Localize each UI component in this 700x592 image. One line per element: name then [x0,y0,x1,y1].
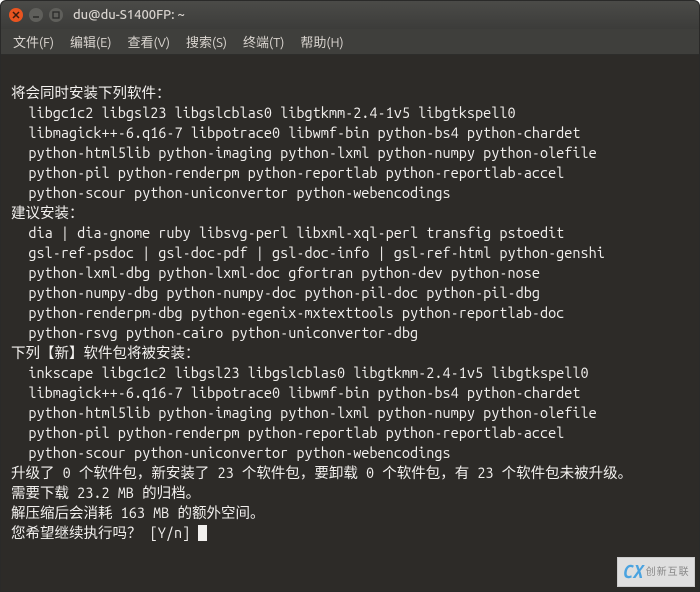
output-line: python-rsvg python-cairo python-uniconve… [11,323,689,343]
menu-search[interactable]: 搜索(S) [180,29,233,54]
output-line: python-numpy-dbg python-numpy-doc python… [11,283,689,303]
output-line: dia | dia-gnome ruby libsvg-perl libxml-… [11,223,689,243]
menubar: 文件(F) 编辑(E) 查看(V) 搜索(S) 终端(T) 帮助(H) [1,29,699,55]
watermark-logo: CX [622,560,642,585]
maximize-icon[interactable] [49,8,63,22]
output-line: python-html5lib python-imaging python-lx… [11,143,689,163]
output-line: 需要下载 23.2 MB 的归档。 [11,484,200,501]
watermark: CX 创新互联 [617,557,695,587]
output-line: python-scour python-uniconvertor python-… [11,183,689,203]
output-line: 将会同时安装下列软件： [11,84,171,101]
close-icon[interactable] [9,8,23,22]
output-line: 建议安装： [11,204,84,221]
output-line: python-html5lib python-imaging python-lx… [11,403,689,423]
output-line: 升级了 0 个软件包，新安装了 23 个软件包，要卸载 0 个软件包，有 23 … [11,464,632,481]
output-line: inkscape libgc1c2 libgsl23 libgslcblas0 … [11,363,689,383]
window-controls [9,8,63,22]
output-line: libmagick++-6.q16-7 libpotrace0 libwmf-b… [11,383,689,403]
menu-edit[interactable]: 编辑(E) [64,29,117,54]
terminal-area[interactable]: 将会同时安装下列软件： libgc1c2 libgsl23 libgslcbla… [1,55,699,591]
output-line: 解压缩后会消耗 163 MB 的额外空间。 [11,504,264,521]
watermark-text: 创新互联 [646,565,690,579]
output-line: python-scour python-uniconvertor python-… [11,443,689,463]
output-line: 下列【新】软件包将被安装： [11,344,200,361]
titlebar[interactable]: du@du-S1400FP: ~ [1,1,699,29]
menu-view[interactable]: 查看(V) [122,29,176,54]
output-line: gsl-ref-psdoc | gsl-doc-pdf | gsl-doc-in… [11,243,689,263]
output-line: python-renderpm-dbg python-egenix-mxtext… [11,303,689,323]
output-line: python-lxml-dbg python-lxml-doc gfortran… [11,263,689,283]
window-title: du@du-S1400FP: ~ [73,8,185,22]
output-line: libgc1c2 libgsl23 libgslcblas0 libgtkmm-… [11,103,689,123]
menu-file[interactable]: 文件(F) [7,29,60,54]
cursor-icon [198,525,207,541]
terminal-window: du@du-S1400FP: ~ 文件(F) 编辑(E) 查看(V) 搜索(S)… [0,0,700,592]
menu-terminal[interactable]: 终端(T) [237,29,290,54]
menu-help[interactable]: 帮助(H) [294,29,349,54]
minimize-icon[interactable] [29,8,43,22]
output-line: libmagick++-6.q16-7 libpotrace0 libwmf-b… [11,123,689,143]
output-line: python-pil python-renderpm python-report… [11,163,689,183]
prompt-line: 您希望继续执行吗？ [Y/n] [11,524,198,541]
output-line: python-pil python-renderpm python-report… [11,423,689,443]
